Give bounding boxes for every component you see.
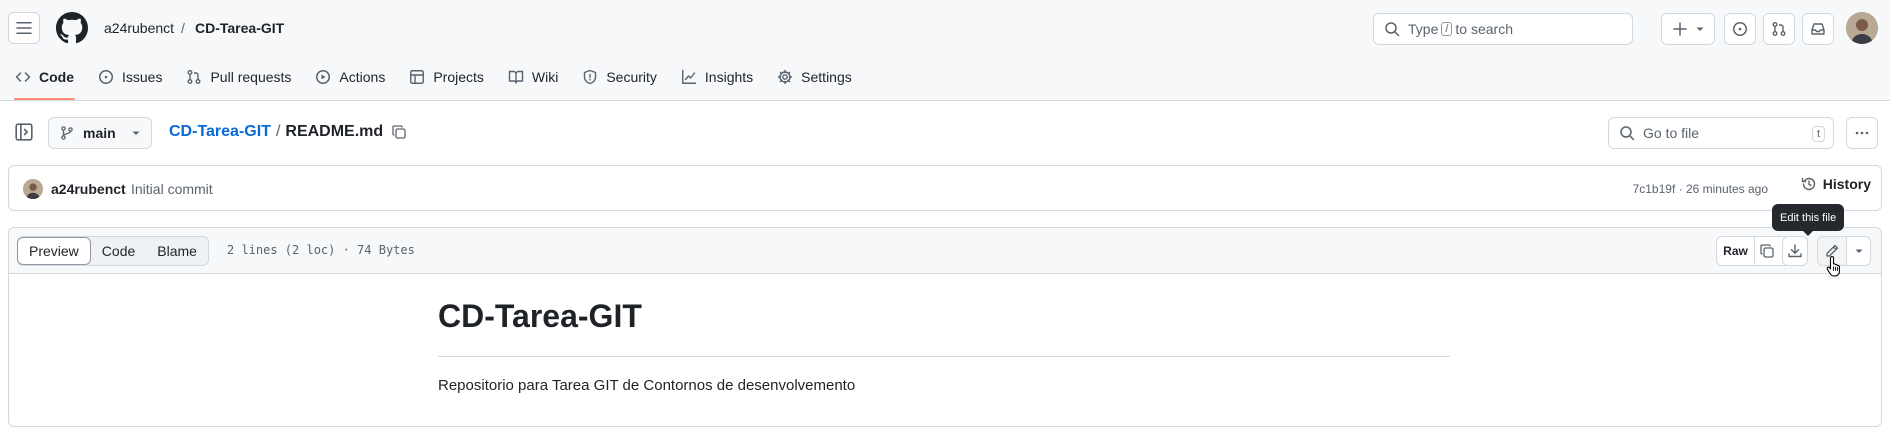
download-button[interactable] <box>1782 236 1808 266</box>
create-new-button[interactable] <box>1661 13 1715 45</box>
edit-file-tooltip: Edit this file <box>1772 204 1845 236</box>
path-separator: / <box>275 123 281 140</box>
more-options-button[interactable] <box>1846 117 1878 149</box>
tab-insights[interactable]: Insights <box>672 60 762 94</box>
tab-projects[interactable]: Projects <box>400 60 493 94</box>
commit-message[interactable]: Initial commit <box>131 181 213 197</box>
branch-selector[interactable]: main <box>48 117 152 149</box>
latest-commit-bar: a24rubenct Initial commit 7c1b19f · 26 m… <box>8 165 1882 211</box>
sidebar-expand-icon <box>15 123 33 141</box>
global-header: a24rubenct / CD-Tarea-GIT Type / to sear… <box>0 0 1890 101</box>
menu-button[interactable] <box>8 12 40 44</box>
tab-issues[interactable]: Issues <box>89 60 171 94</box>
issue-opened-icon <box>1733 22 1747 36</box>
github-logo-icon[interactable] <box>56 12 88 44</box>
edit-options-button[interactable] <box>1847 237 1870 265</box>
tab-label: Code <box>39 69 74 85</box>
copy-raw-button[interactable] <box>1755 237 1779 265</box>
history-label: History <box>1822 176 1871 192</box>
file-viewer: Preview Code Blame 2 lines (2 loc) · 74 … <box>8 227 1882 427</box>
pull-request-icon <box>1772 22 1786 36</box>
pull-requests-button[interactable] <box>1763 13 1795 45</box>
triangle-down-icon <box>1855 249 1863 253</box>
tab-blame[interactable]: Blame <box>146 237 208 265</box>
breadcrumb-separator: / <box>181 20 185 36</box>
history-button[interactable]: History <box>1801 176 1871 192</box>
shield-icon <box>584 69 597 85</box>
tab-preview[interactable]: Preview <box>17 237 91 265</box>
file-breadcrumb: CD-Tarea-GIT / README.md <box>169 123 407 141</box>
graph-icon <box>681 69 697 84</box>
go-to-file-shortcut: t <box>1811 126 1825 142</box>
go-to-file-placeholder: Go to file <box>1643 125 1700 141</box>
avatar[interactable] <box>23 179 43 199</box>
readme-heading: CD-Tarea-GIT <box>438 298 642 334</box>
search-icon <box>1620 126 1635 141</box>
git-branch-icon <box>61 126 73 140</box>
breadcrumb-repo-link[interactable]: CD-Tarea-GIT <box>169 123 271 141</box>
issues-button[interactable] <box>1724 13 1756 45</box>
tab-pull-requests[interactable]: Pull requests <box>177 60 300 94</box>
book-icon <box>508 70 524 84</box>
download-icon <box>1788 244 1802 258</box>
hand-cursor-icon <box>1826 255 1844 277</box>
tab-code[interactable]: Code <box>6 60 83 100</box>
copy-path-button[interactable] <box>391 124 407 140</box>
gear-icon <box>777 69 793 85</box>
file-info: 2 lines (2 loc) · 74 Bytes <box>227 243 415 257</box>
hamburger-icon <box>16 22 32 34</box>
view-mode-switch: Preview Code Blame <box>17 236 209 266</box>
plus-icon <box>1672 22 1687 36</box>
breadcrumb-owner[interactable]: a24rubenct <box>104 20 174 36</box>
tab-wiki[interactable]: Wiki <box>499 60 567 94</box>
go-to-file-input[interactable]: Go to file t <box>1608 117 1834 149</box>
search-prefix: Type <box>1408 21 1439 37</box>
inbox-icon <box>1811 23 1825 35</box>
heading-divider <box>438 356 1450 357</box>
tab-code-view[interactable]: Code <box>91 237 146 265</box>
tab-label: Pull requests <box>210 69 292 85</box>
tab-label: Projects <box>433 69 484 85</box>
commit-meta[interactable]: 7c1b19f · 26 minutes ago <box>1633 182 1768 196</box>
issue-icon <box>99 70 113 84</box>
tab-label: Insights <box>704 69 754 85</box>
table-icon <box>410 70 425 84</box>
code-icon <box>15 72 31 82</box>
history-icon <box>1801 177 1815 191</box>
tab-security[interactable]: Security <box>573 60 666 94</box>
tab-label: Issues <box>122 69 163 85</box>
pull-request-icon <box>187 70 201 84</box>
search-suffix: to search <box>1455 21 1514 37</box>
play-icon <box>316 70 331 84</box>
search-input[interactable]: Type / to search <box>1373 13 1633 45</box>
kebab-horizontal-icon <box>1855 131 1869 135</box>
tab-label: Actions <box>339 69 386 85</box>
search-icon <box>1385 22 1400 37</box>
tab-actions[interactable]: Actions <box>306 60 394 94</box>
inbox-button[interactable] <box>1802 13 1834 45</box>
commit-author[interactable]: a24rubenct <box>51 181 126 197</box>
tab-settings[interactable]: Settings <box>768 60 861 94</box>
user-avatar[interactable] <box>1846 12 1878 44</box>
file-name: README.md <box>285 123 384 140</box>
tab-label: Security <box>606 69 657 85</box>
readme-paragraph: Repositorio para Tarea GIT de Contornos … <box>438 377 856 394</box>
branch-name: main <box>83 125 116 141</box>
tab-label: Wiki <box>531 69 559 85</box>
repo-navigation: Code Issues Pull requests Actions Projec… <box>6 60 861 100</box>
search-shortcut-key: / <box>1441 22 1453 36</box>
file-header: Preview Code Blame 2 lines (2 loc) · 74 … <box>9 228 1881 274</box>
copy-icon <box>392 125 406 139</box>
breadcrumb-repo[interactable]: CD-Tarea-GIT <box>195 20 284 36</box>
triangle-down-icon <box>132 131 140 135</box>
triangle-down-icon <box>1696 27 1703 31</box>
raw-button[interactable]: Raw <box>1717 237 1755 265</box>
sidebar-toggle-button[interactable] <box>14 122 34 142</box>
copy-icon <box>1760 244 1774 258</box>
tab-label: Settings <box>801 69 852 85</box>
